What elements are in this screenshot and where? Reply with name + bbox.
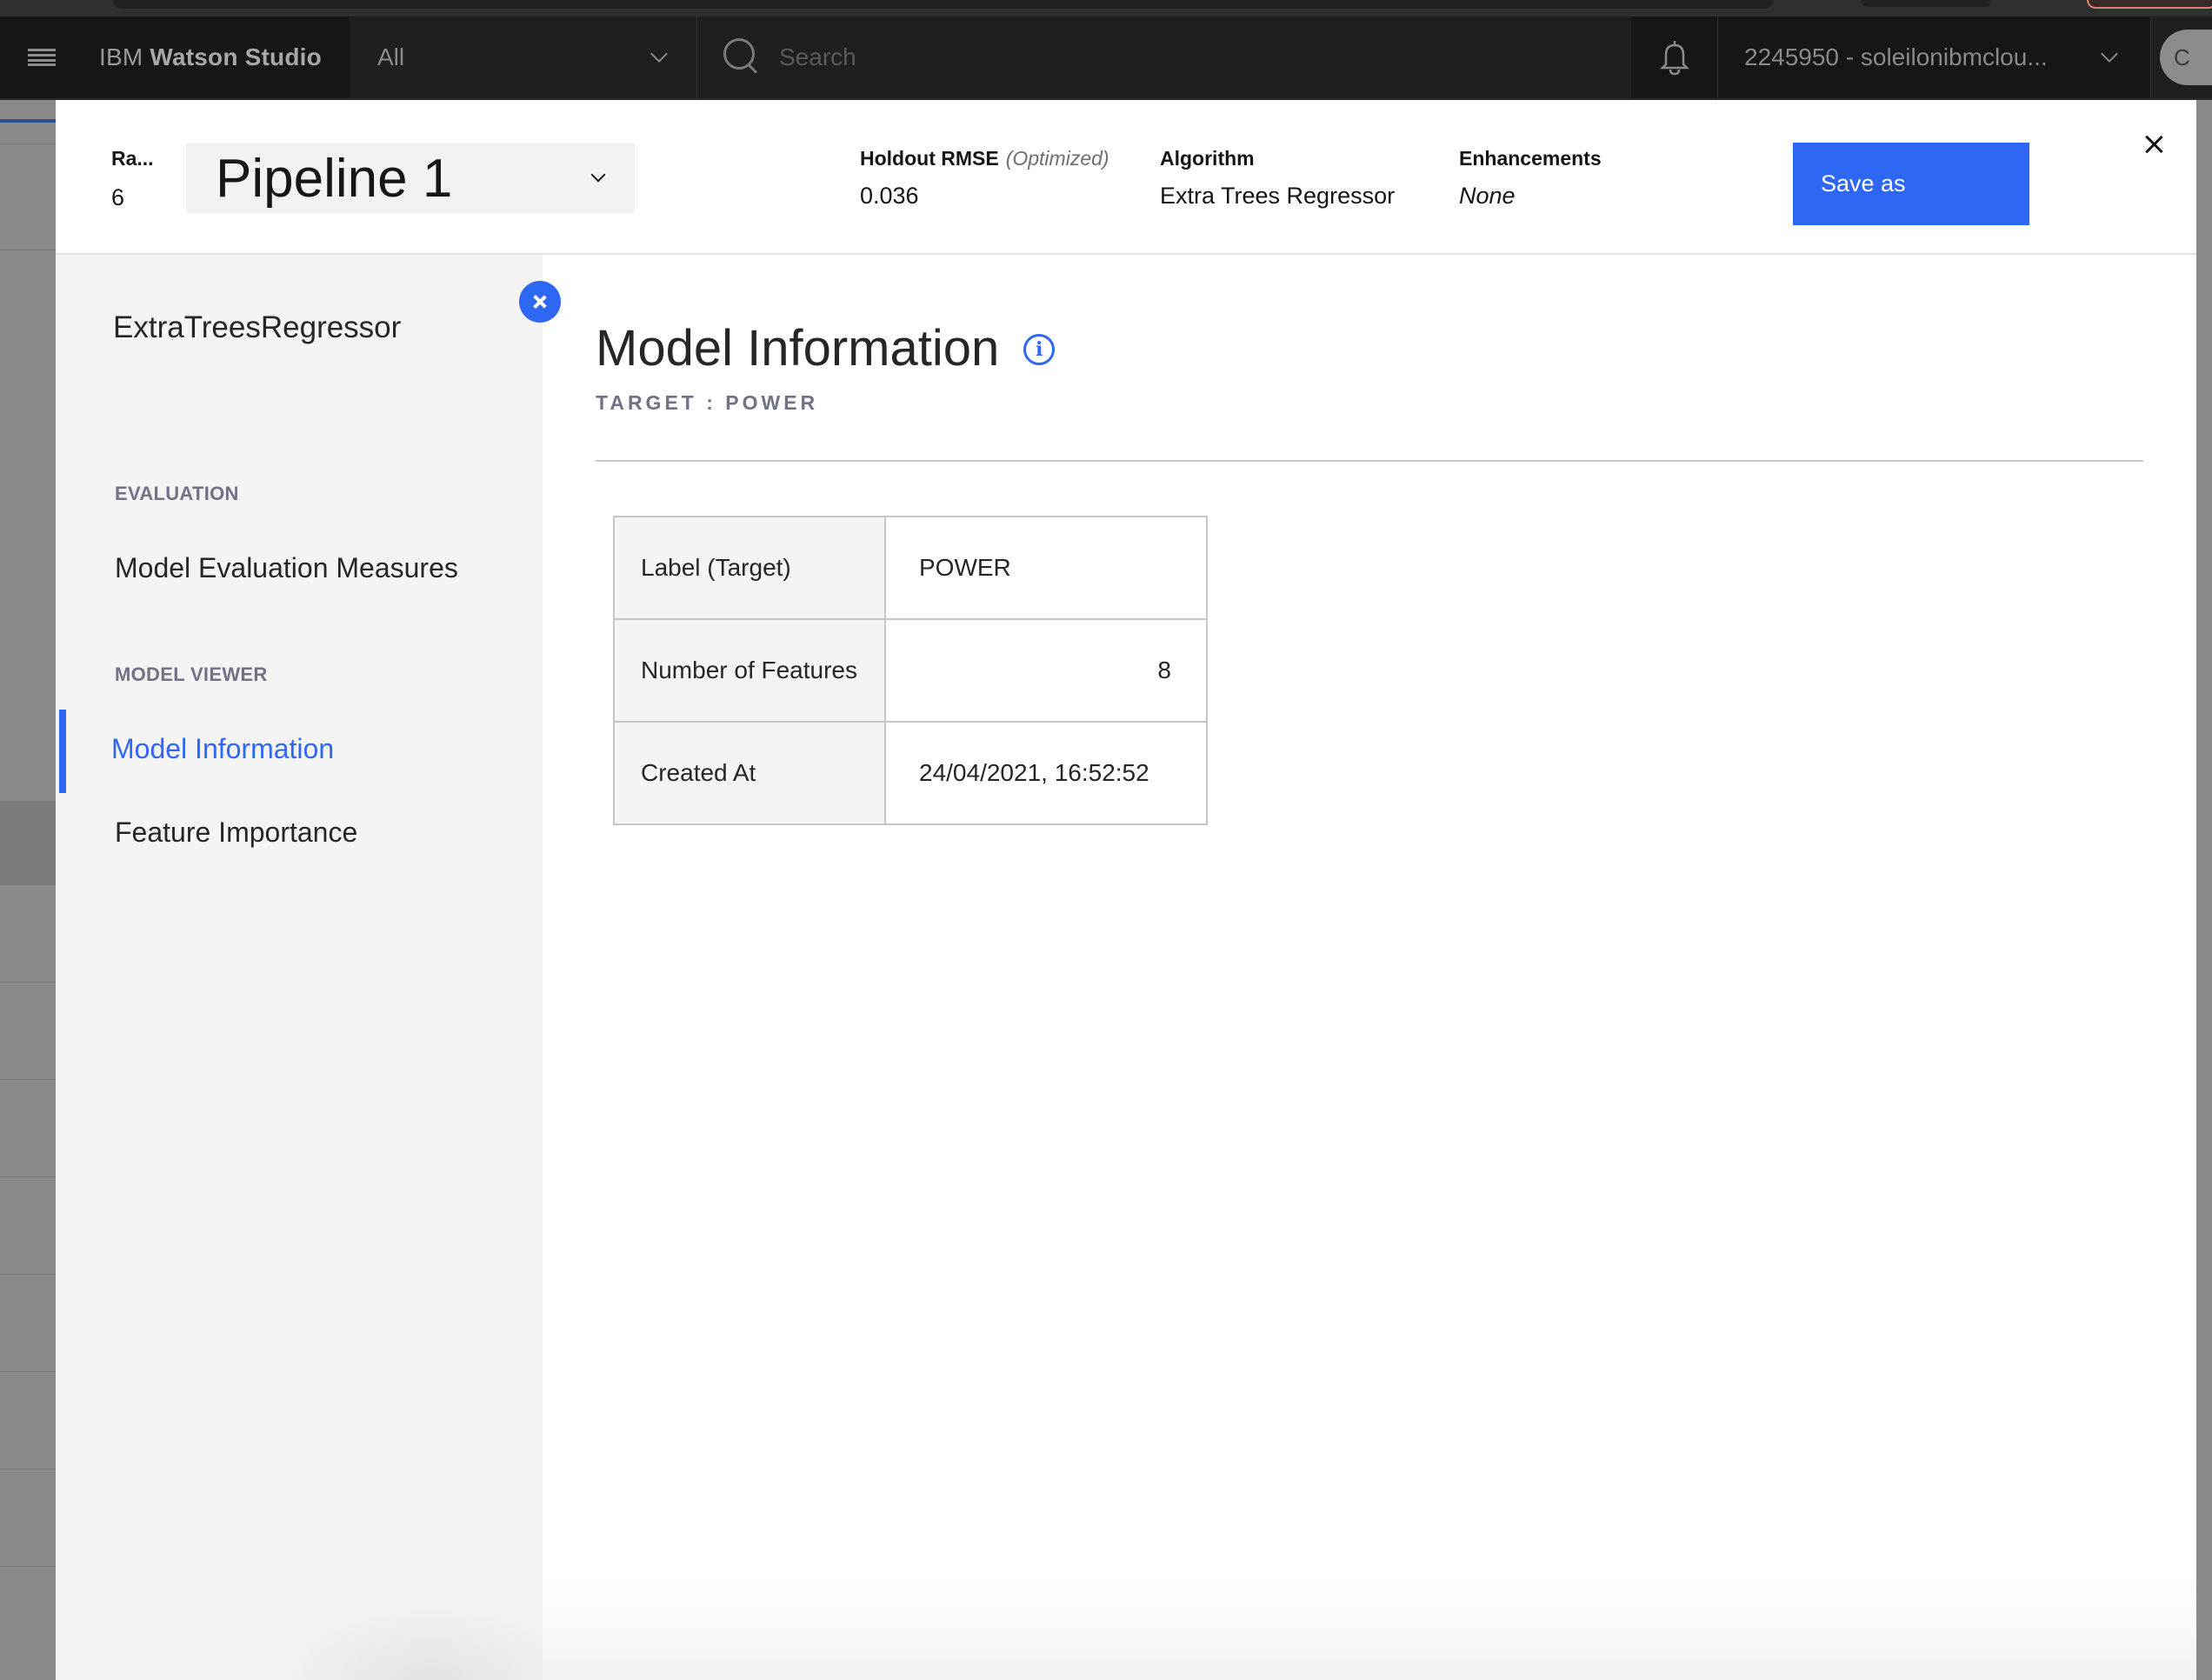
sidebar-shadow (264, 1593, 543, 1680)
section-label-model-viewer: MODEL VIEWER (115, 663, 268, 685)
background-row-divider (0, 1079, 56, 1080)
metric-value: 0.036 (860, 183, 919, 209)
model-sidebar: ExtraTreesRegressor EVALUATION Model Eva… (56, 255, 543, 1680)
metric-holdout-rmse: Holdout RMSE (Optimized) 0.036 (860, 147, 1109, 210)
avatar[interactable]: C (2160, 30, 2212, 85)
bell-icon (1659, 41, 1689, 76)
page-title: Model Information i (596, 319, 1056, 377)
divider (596, 460, 2143, 462)
section-label-evaluation: EVALUATION (115, 483, 239, 504)
rank-value: 6 (111, 184, 125, 210)
browser-tab[interactable] (2087, 0, 2212, 9)
pipeline-dropdown[interactable]: Pipeline 1 (186, 143, 635, 213)
scope-dropdown[interactable]: All (350, 17, 697, 98)
target-label: TARGET : POWER (596, 391, 819, 414)
model-name: ExtraTreesRegressor (113, 310, 402, 344)
background-row-divider (0, 982, 56, 983)
hamburger-menu-icon[interactable] (0, 16, 83, 99)
metric-enhancements: Enhancements None (1459, 147, 1602, 210)
collapse-sidebar-button[interactable] (519, 281, 561, 323)
brand-prefix: IBM (99, 43, 143, 70)
table-row: Created At 24/04/2021, 16:52:52 (613, 721, 1208, 825)
main-content: Model Information i TARGET : POWER Label… (543, 255, 2196, 1680)
browser-tab[interactable] (1861, 0, 1991, 7)
chevron-down-icon (650, 45, 668, 63)
table-key: Label (Target) (613, 516, 886, 620)
table-key: Created At (613, 721, 886, 825)
model-info-table: Label (Target) POWER Number of Features … (613, 516, 1208, 825)
scope-value: All (377, 43, 405, 70)
metric-label-text: Holdout RMSE (860, 147, 999, 170)
close-icon[interactable] (2141, 131, 2167, 157)
account-name: 2245950 - soleilonibmclou... (1744, 43, 2048, 70)
background-page-dimmed-right (2196, 100, 2212, 1680)
page-title-text: Model Information (596, 320, 1000, 377)
metric-label: Enhancements (1459, 147, 1602, 170)
background-row-divider (0, 1371, 56, 1372)
sidebar-item-model-evaluation-measures[interactable]: Model Evaluation Measures (115, 552, 458, 584)
table-row: Label (Target) POWER (613, 516, 1208, 620)
avatar-area: C (2151, 17, 2212, 98)
pipeline-name: Pipeline 1 (216, 148, 453, 209)
chevron-down-icon (590, 167, 606, 183)
sidebar-item-model-information[interactable]: Model Information (111, 733, 334, 765)
search-icon[interactable] (723, 38, 758, 77)
search-input[interactable] (779, 43, 1475, 71)
active-indicator (59, 710, 66, 793)
modal-header: Ra... 6 Pipeline 1 Holdout RMSE (Optimize… (56, 100, 2196, 255)
rank-field: Ra... 6 (111, 147, 154, 211)
background-selected-row (0, 801, 56, 884)
metric-qualifier: (Optimized) (1005, 147, 1109, 170)
pipeline-details-modal: Ra... 6 Pipeline 1 Holdout RMSE (Optimize… (56, 100, 2196, 1680)
rank-label: Ra... (111, 147, 154, 170)
search-bar (697, 17, 1631, 98)
sidebar-item-feature-importance[interactable]: Feature Importance (115, 817, 357, 849)
background-row-divider (0, 1566, 56, 1567)
metric-algorithm: Algorithm Extra Trees Regressor (1160, 147, 1395, 210)
table-key: Number of Features (613, 618, 886, 723)
top-navigation-bar: IBM Watson Studio All 2245950 - soleilon… (0, 17, 2212, 100)
info-icon[interactable]: i (1023, 333, 1056, 365)
background-row-divider (0, 1469, 56, 1470)
metric-label: Holdout RMSE (Optimized) (860, 147, 1109, 170)
browser-tab[interactable] (113, 0, 1774, 9)
metric-value: None (1459, 183, 1516, 209)
background-tab-indicator (0, 119, 56, 123)
table-value: 24/04/2021, 16:52:52 (884, 721, 1208, 825)
table-value: POWER (884, 516, 1208, 620)
background-page-dimmed (0, 100, 56, 1680)
product-name[interactable]: IBM Watson Studio (83, 43, 322, 71)
brand-name: Watson Studio (150, 43, 322, 70)
background-row-divider (0, 884, 56, 885)
brand-area: IBM Watson Studio (0, 17, 350, 98)
table-row: Number of Features 8 (613, 618, 1208, 723)
table-value: 8 (884, 618, 1208, 723)
chevron-down-icon (2101, 45, 2118, 63)
background-row-divider (0, 143, 56, 144)
background-row-divider (0, 1274, 56, 1275)
account-switcher[interactable]: 2245950 - soleilonibmclou... (1718, 17, 2151, 98)
metric-label: Algorithm (1160, 147, 1255, 170)
metric-value: Extra Trees Regressor (1160, 183, 1396, 209)
browser-tab-strip (0, 0, 2212, 17)
save-as-button[interactable]: Save as (1793, 143, 2029, 225)
notifications-button[interactable] (1631, 17, 1718, 98)
